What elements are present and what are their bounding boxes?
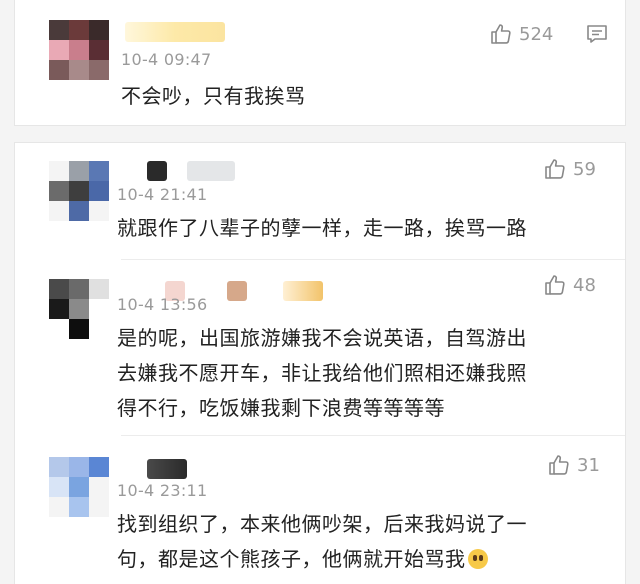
like-count: 48 [573, 274, 596, 296]
comment-text: 不会吵，只有我挨骂 [121, 84, 306, 108]
username-blurred[interactable] [187, 161, 235, 181]
comment-text: 是的呢，出国旅游嫌我不会说英语，自驾游出 去嫌我不愿开车，非让我给他们照相还嫌我… [117, 321, 527, 426]
like-count: 31 [577, 454, 600, 476]
username-blurred[interactable] [283, 281, 323, 301]
like-button[interactable]: 59 [543, 157, 596, 181]
crying-laughing-emoji-icon [467, 549, 488, 569]
username-blurred[interactable] [125, 22, 225, 42]
comment-text: 找到组织了，本来他俩吵架，后来我妈说了一 句，都是这个熊孩子，他俩就开始骂我 [117, 507, 527, 577]
avatar[interactable] [49, 161, 109, 221]
comment-time: 10-4 13:56 [117, 295, 208, 314]
avatar[interactable] [49, 20, 109, 80]
thumbs-up-icon [491, 24, 511, 44]
comment-card-bottom: 10-4 21:41 59 就跟作了八辈子的孽一样，走一路，挨骂一路 10-4 … [14, 142, 626, 584]
like-button[interactable]: 31 [547, 453, 600, 477]
like-button[interactable]: 524 [489, 22, 553, 46]
comment-line: 得不行，吃饭嫌我剩下浪费等等等等 [117, 396, 445, 420]
divider [121, 435, 625, 436]
comment-time: 10-4 21:41 [117, 185, 208, 204]
username-blurred[interactable] [147, 459, 187, 479]
comment-line: 是的呢，出国旅游嫌我不会说英语，自驾游出 [117, 326, 527, 350]
avatar[interactable] [49, 279, 109, 339]
comment-time: 10-4 23:11 [117, 481, 208, 500]
comment-line: 句，都是这个熊孩子，他俩就开始骂我 [117, 542, 527, 577]
comment-card-top: 10-4 09:47 524 不会吵，只有我挨骂 [14, 0, 626, 126]
thumbs-up-icon [545, 159, 565, 179]
comment-text: 就跟作了八辈子的孽一样，走一路，挨骂一路 [117, 216, 527, 240]
comment-line-text: 句，都是这个熊孩子，他俩就开始骂我 [117, 547, 466, 571]
username-blurred[interactable] [147, 161, 167, 181]
comment-line: 找到组织了，本来他俩吵架，后来我妈说了一 [117, 512, 527, 536]
username-blurred[interactable] [227, 281, 247, 301]
thumbs-up-icon [549, 455, 569, 475]
thumbs-up-icon [545, 275, 565, 295]
comment-line: 去嫌我不愿开车，非让我给他们照相还嫌我照 [117, 361, 527, 385]
like-count: 524 [519, 23, 554, 45]
comment-time: 10-4 09:47 [121, 50, 212, 69]
like-button[interactable]: 48 [543, 273, 596, 297]
divider [121, 259, 625, 260]
comment-icon[interactable] [585, 22, 609, 50]
like-count: 59 [573, 158, 596, 180]
avatar[interactable] [49, 457, 109, 517]
